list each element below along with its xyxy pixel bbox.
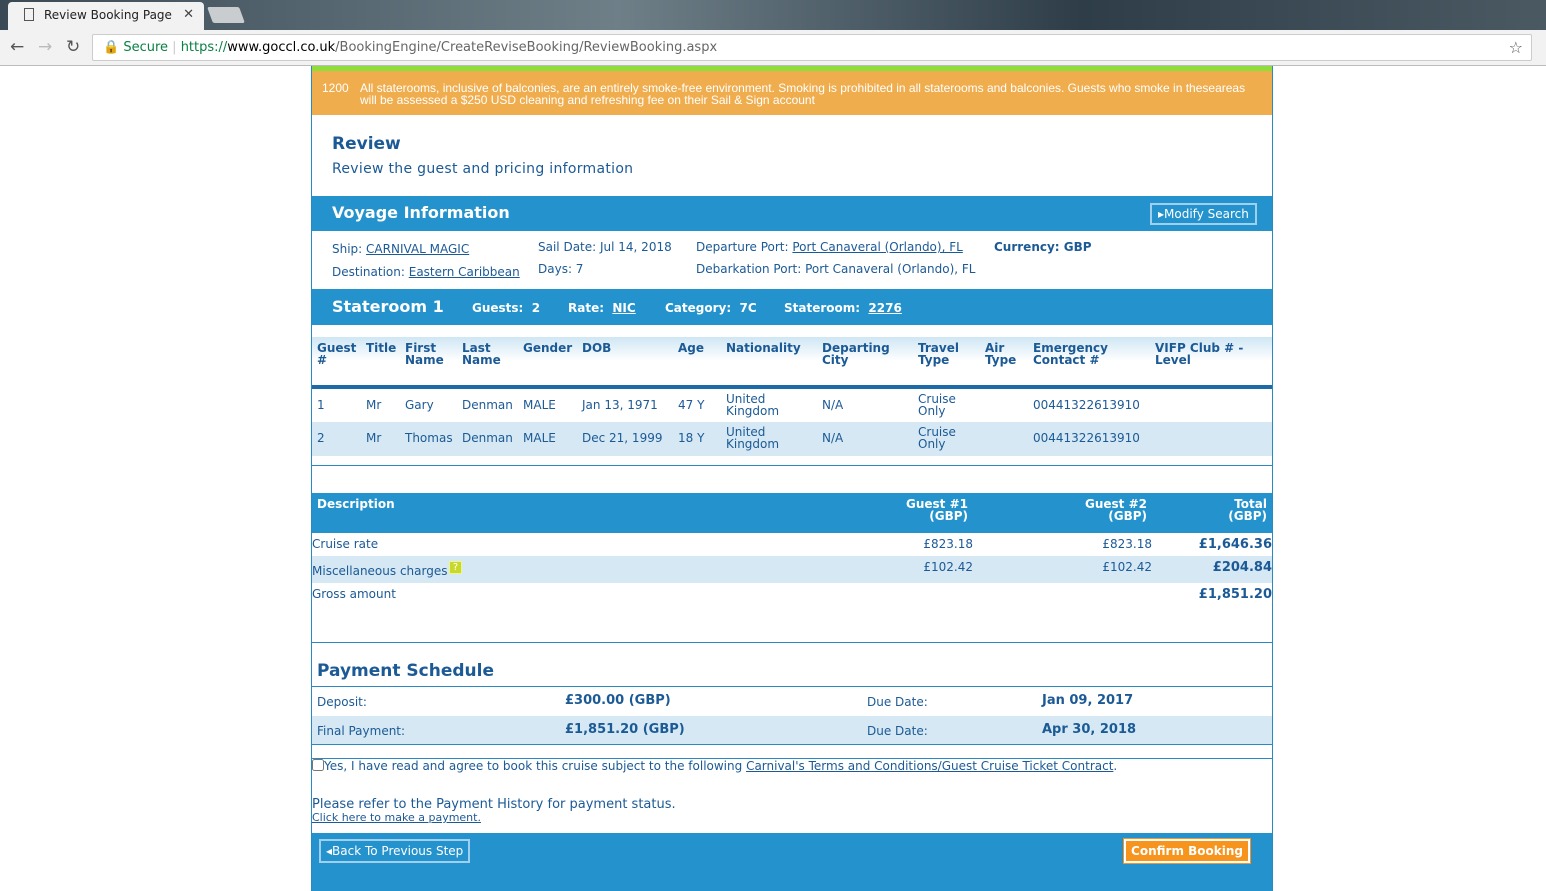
footer-bar: ◂Back To Previous Step Confirm Booking xyxy=(312,833,1272,891)
make-payment-link[interactable]: Click here to make a payment. xyxy=(312,811,481,824)
table-cell: Thomas xyxy=(405,431,453,445)
back-icon[interactable]: ← xyxy=(10,37,24,57)
table-cell: Denman xyxy=(462,431,513,445)
table-cell: Denman xyxy=(462,398,513,412)
column-header: Air Type xyxy=(985,341,1017,367)
table-cell: 00441322613910 xyxy=(1033,431,1140,445)
table-cell: MALE xyxy=(523,431,556,445)
table-cell: N/A xyxy=(822,431,844,445)
column-header: VIFP Club # - Level xyxy=(1155,341,1244,367)
table-cell: Kingdom xyxy=(726,404,780,418)
secure-label: Secure xyxy=(123,40,169,55)
rate-link[interactable]: NIC xyxy=(612,301,635,315)
column-header: Title xyxy=(366,341,397,355)
category: 7C xyxy=(739,301,757,315)
reload-icon[interactable]: ↻ xyxy=(66,37,80,57)
payment-row: Final Payment: £1,851.20 (GBP) Due Date: Ap… xyxy=(312,716,1272,745)
table-row: 1 Mr Gary Denman MALE Jan 13, 1971 47 Y United K… xyxy=(312,389,1272,422)
departure-link[interactable]: Port Canaveral (Orlando), FL xyxy=(792,240,962,254)
price-row: Gross amount £1,851.20 xyxy=(312,587,1272,602)
page-title: Review xyxy=(332,134,401,154)
terms-link[interactable]: Carnival's Terms and Conditions/Guest Cr… xyxy=(746,759,1113,773)
forward-icon: → xyxy=(38,37,53,57)
table-cell: Gary xyxy=(405,398,434,412)
table-cell: MALE xyxy=(523,398,556,412)
days: Days: 7 xyxy=(538,262,584,276)
column-header: Last Name xyxy=(462,341,501,367)
table-cell: 00441322613910 xyxy=(1033,398,1140,412)
column-header: Guest # xyxy=(317,341,357,367)
column-header: Travel Type xyxy=(918,341,959,367)
tab-title: Review Booking Page xyxy=(44,8,172,22)
column-header: First Name xyxy=(405,341,444,367)
payment-schedule-title: Payment Schedule xyxy=(317,661,495,681)
table-cell: Jan 13, 1971 xyxy=(582,398,658,412)
debarkation-port: Debarkation Port: Port Canaveral (Orland… xyxy=(696,262,976,276)
browser-tab-bar: Review Booking Page ✕ xyxy=(0,0,1546,30)
url-scheme: https:// xyxy=(180,40,228,55)
destination-link[interactable]: Eastern Caribbean xyxy=(409,265,520,279)
column-header: Departing City xyxy=(822,341,890,367)
guest-count: 2 xyxy=(531,301,541,315)
terms-agreement: Yes, I have read and agree to book this … xyxy=(312,759,1117,773)
agree-checkbox[interactable] xyxy=(312,759,324,771)
table-row: 2 Mr Thomas Denman MALE Dec 21, 1999 18 Y Unite… xyxy=(312,422,1272,456)
destination-field: Destination: Eastern Caribbean xyxy=(332,265,520,279)
column-header: Age xyxy=(678,341,705,355)
table-cell: Kingdom xyxy=(726,437,780,451)
column-header: Gender xyxy=(523,341,573,355)
stateroom-header: Stateroom 1 Guests: 2 Rate: NIC Category… xyxy=(312,289,1272,325)
departure-field: Departure Port: Port Canaveral (Orlando)… xyxy=(696,240,963,254)
table-cell: Only xyxy=(918,437,946,451)
ship-link[interactable]: CARNIVAL MAGIC xyxy=(366,242,469,256)
close-tab-icon[interactable]: ✕ xyxy=(183,7,194,22)
table-cell: Mr xyxy=(366,431,382,445)
column-header: DOB xyxy=(582,341,612,355)
new-tab-button[interactable] xyxy=(207,7,245,23)
table-cell: 2 xyxy=(317,431,325,445)
stateroom-title: Stateroom 1 xyxy=(332,297,444,316)
voyage-header: Voyage Information ▸Modify Search xyxy=(312,196,1272,231)
browser-tab[interactable]: Review Booking Page ✕ xyxy=(8,2,204,30)
payment-row: Deposit: £300.00 (GBP) Due Date: Jan 09, 20… xyxy=(317,693,1134,709)
currency: Currency: GBP xyxy=(994,240,1092,254)
divider xyxy=(312,465,1272,466)
divider xyxy=(312,642,1272,643)
page-subtitle: Review the guest and pricing information xyxy=(332,161,634,177)
modify-search-button[interactable]: ▸Modify Search xyxy=(1149,202,1258,226)
url-host: www.goccl.co.uk xyxy=(227,40,336,55)
voyage-title: Voyage Information xyxy=(332,203,510,222)
guest-table-header: Guest # Title First Name Last Name Gender DOB Age… xyxy=(312,337,1272,385)
sail-date: Sail Date: Jul 14, 2018 xyxy=(538,240,672,254)
booking-review-page: 1200 All staterooms, inclusive of balcon… xyxy=(311,66,1273,891)
url-path: /BookingEngine/CreateReviseBooking/Revie… xyxy=(335,40,718,55)
table-cell: Only xyxy=(918,404,946,418)
browser-toolbar: ← → ↻ 🔒 Secure | https://www.goccl.co.uk… xyxy=(0,30,1546,66)
table-cell: Mr xyxy=(366,398,382,412)
address-bar[interactable]: 🔒 Secure | https://www.goccl.co.uk/Booki… xyxy=(92,34,1532,61)
notice-code: 1200 xyxy=(322,81,349,95)
payment-history-note: Please refer to the Payment History for … xyxy=(312,797,676,812)
ship-field: Ship: CARNIVAL MAGIC xyxy=(332,242,470,256)
price-row: Miscellaneous charges? £102.42 £102.42 £204… xyxy=(312,556,1272,583)
table-cell: 47 Y xyxy=(678,398,705,412)
price-row: Cruise rate £823.18 £823.18 £1,646.36 xyxy=(312,537,1272,552)
table-cell: 1 xyxy=(317,398,325,412)
stateroom-link[interactable]: 2276 xyxy=(868,301,901,315)
back-button[interactable]: ◂Back To Previous Step xyxy=(317,838,472,864)
help-icon[interactable]: ? xyxy=(449,561,462,574)
bookmark-star-icon[interactable]: ☆ xyxy=(1509,38,1523,57)
page-icon xyxy=(24,8,34,21)
lock-icon: 🔒 xyxy=(103,40,120,55)
pricing-header: Description Guest #1 (GBP) Guest #2 (GBP) … xyxy=(312,493,1272,533)
smoking-notice: 1200 All staterooms, inclusive of balcon… xyxy=(312,71,1272,115)
table-cell: Dec 21, 1999 xyxy=(582,431,663,445)
notice-line-2: will be assessed a $250 USD cleaning and… xyxy=(360,93,815,107)
table-cell: N/A xyxy=(822,398,844,412)
column-header: Nationality xyxy=(726,341,801,355)
table-cell: 18 Y xyxy=(678,431,705,445)
column-header: Emergency Contact # xyxy=(1033,341,1108,367)
confirm-booking-button[interactable]: Confirm Booking xyxy=(1123,838,1251,864)
